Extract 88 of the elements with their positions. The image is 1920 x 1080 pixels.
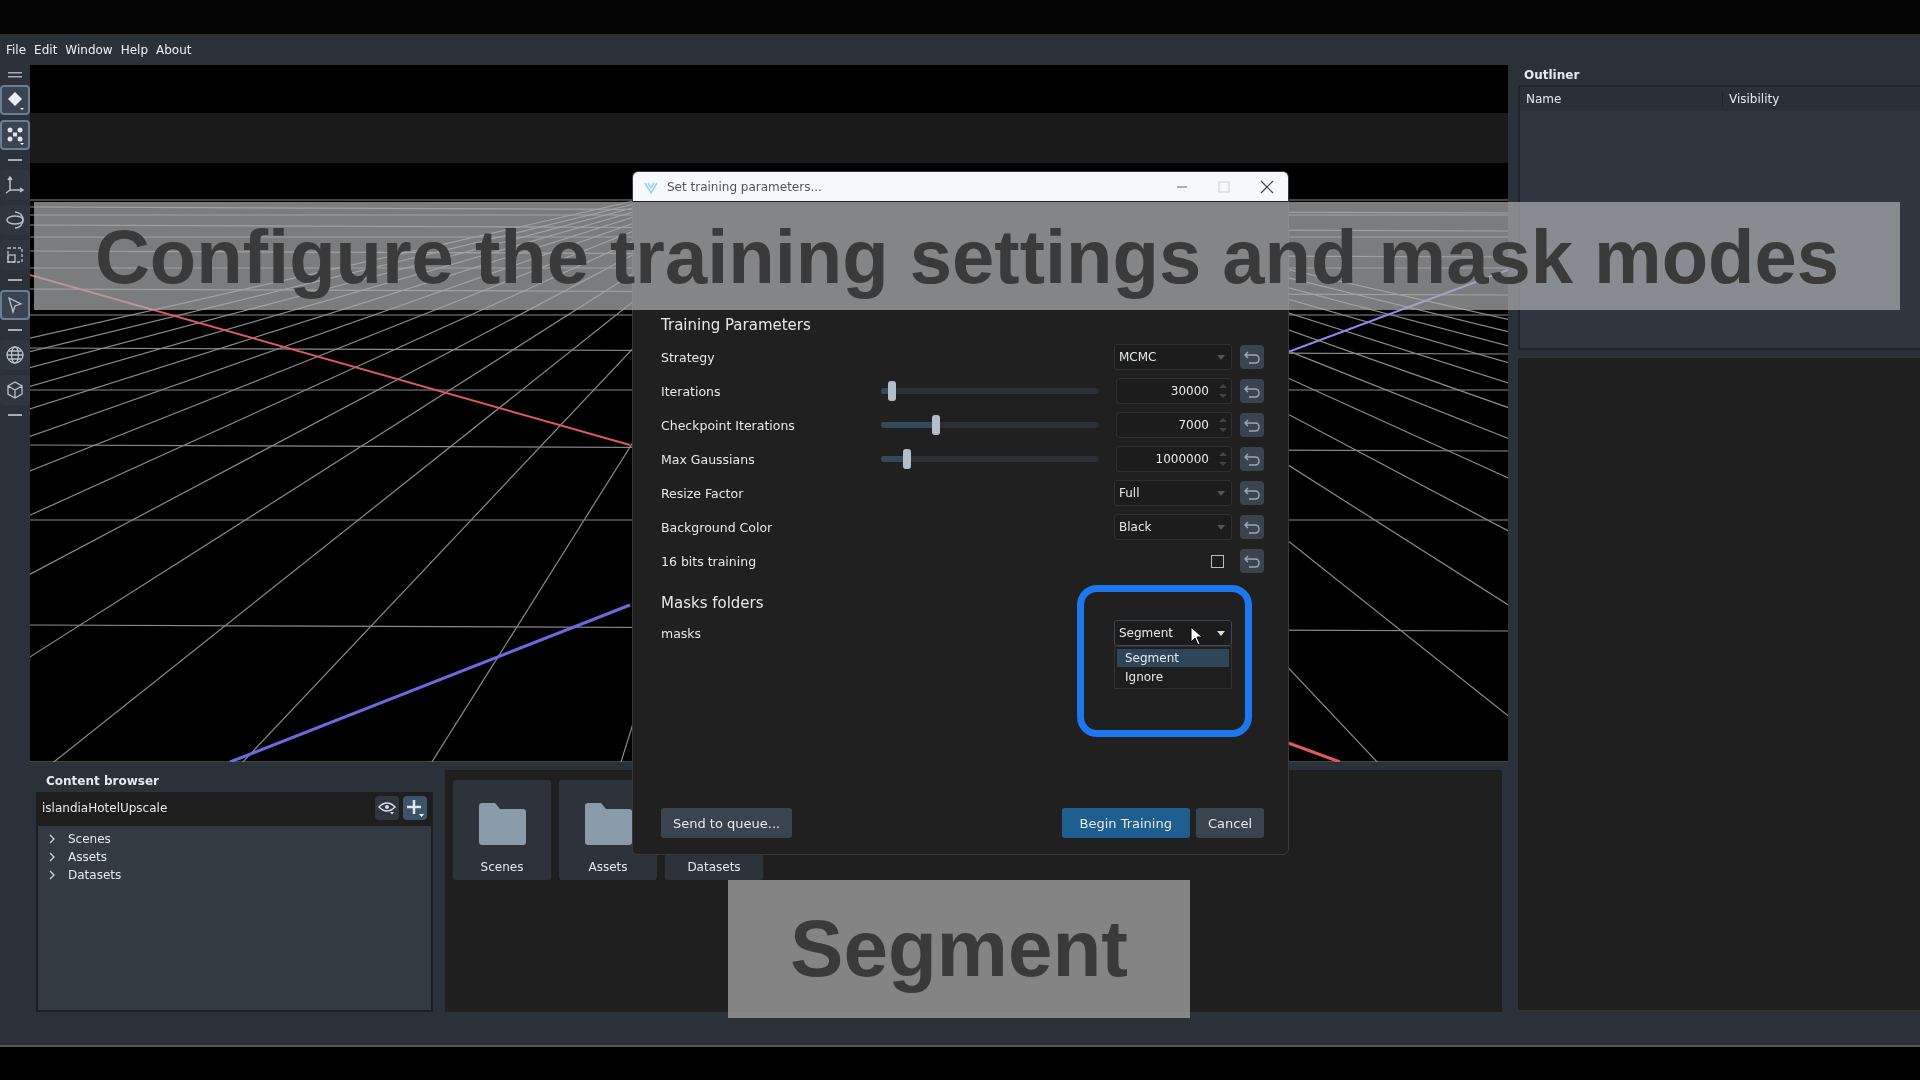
slider[interactable] bbox=[881, 449, 1099, 469]
number-field[interactable]: 7000 bbox=[1116, 412, 1232, 438]
menu-item[interactable]: File bbox=[6, 42, 27, 57]
dropdown[interactable]: Segment bbox=[1114, 620, 1232, 646]
menu-item[interactable]: Help bbox=[120, 42, 149, 57]
rotate-icon bbox=[5, 210, 25, 230]
panel-title: Outliner bbox=[1523, 67, 1581, 84]
dropdown[interactable]: Black bbox=[1114, 514, 1232, 540]
tool-button[interactable] bbox=[0, 240, 30, 270]
dialog-button[interactable]: Cancel bbox=[1195, 808, 1264, 838]
param-label: Background Color bbox=[661, 519, 774, 535]
grip-icon[interactable] bbox=[8, 72, 22, 78]
dialog-button[interactable]: Send to queue... bbox=[661, 808, 793, 838]
param-label: Resize Factor bbox=[661, 485, 745, 501]
param-label: Max Gaussians bbox=[661, 451, 756, 467]
slider-thumb[interactable] bbox=[931, 415, 940, 435]
caret-icon bbox=[1217, 354, 1225, 360]
param-label: Strategy bbox=[661, 349, 716, 365]
column-header[interactable]: Visibility bbox=[1723, 92, 1920, 106]
reset-button[interactable] bbox=[1240, 345, 1264, 369]
project-name: islandiaHotelUpscale bbox=[42, 801, 168, 815]
folder-tile[interactable]: Scenes bbox=[453, 780, 551, 880]
section-heading: Masks folders bbox=[661, 594, 765, 612]
mouse-pointer-icon bbox=[1190, 626, 1204, 646]
slider[interactable] bbox=[881, 381, 1099, 401]
reset-button[interactable] bbox=[1240, 413, 1264, 437]
scale-icon bbox=[5, 245, 25, 265]
tool-button[interactable] bbox=[0, 375, 30, 405]
column-header[interactable]: Name bbox=[1520, 92, 1723, 106]
param-label: Iterations bbox=[661, 383, 722, 399]
folder-icon bbox=[477, 802, 527, 846]
caption: Segment bbox=[790, 903, 1128, 995]
dropdown-option[interactable]: Segment bbox=[1117, 649, 1229, 667]
panel-title: Content browser bbox=[45, 773, 160, 790]
spin-arrows-icon bbox=[1219, 382, 1227, 400]
checkbox[interactable] bbox=[1211, 554, 1224, 568]
spin-arrows-icon bbox=[1219, 450, 1227, 468]
slider[interactable] bbox=[881, 415, 1099, 435]
tool-button[interactable] bbox=[0, 85, 30, 115]
tool-button[interactable] bbox=[0, 205, 30, 235]
tree-item[interactable]: Scenes bbox=[38, 830, 431, 848]
window-title: Set training parameters... bbox=[667, 179, 823, 194]
number-field[interactable]: 30000 bbox=[1116, 378, 1232, 404]
spin-arrows-icon bbox=[1219, 416, 1227, 434]
menu-item[interactable]: About bbox=[156, 42, 192, 57]
caption: Configure the training settings and mask modes bbox=[95, 212, 1839, 300]
undo-icon bbox=[1244, 554, 1260, 568]
slider-thumb[interactable] bbox=[887, 381, 896, 401]
close-icon[interactable] bbox=[1260, 179, 1274, 194]
caret-icon bbox=[1217, 524, 1225, 530]
tool-button[interactable] bbox=[0, 340, 30, 370]
reset-button[interactable] bbox=[1240, 515, 1264, 539]
cursor-icon bbox=[5, 295, 25, 315]
undo-icon bbox=[1244, 350, 1260, 364]
globe-icon bbox=[5, 345, 25, 365]
undo-icon bbox=[1244, 418, 1260, 432]
reset-button[interactable] bbox=[1240, 549, 1264, 573]
dropdown[interactable]: MCMC bbox=[1114, 344, 1232, 370]
tree-item[interactable]: Datasets bbox=[38, 866, 431, 884]
axes-icon bbox=[5, 175, 25, 195]
add-button[interactable] bbox=[403, 796, 427, 820]
visibility-button[interactable] bbox=[375, 796, 399, 820]
undo-icon bbox=[1244, 384, 1260, 398]
caret-icon bbox=[1217, 490, 1225, 496]
undo-icon bbox=[1244, 452, 1260, 466]
tool-button[interactable] bbox=[0, 290, 30, 320]
reset-button[interactable] bbox=[1240, 481, 1264, 505]
param-label: 16 bits training bbox=[661, 553, 758, 569]
slider-thumb[interactable] bbox=[903, 449, 912, 469]
reset-button[interactable] bbox=[1240, 379, 1264, 403]
undo-icon bbox=[1244, 520, 1260, 534]
reset-button[interactable] bbox=[1240, 447, 1264, 471]
menu-item[interactable]: Window bbox=[65, 42, 113, 57]
dropdown[interactable]: Full bbox=[1114, 480, 1232, 506]
undo-icon bbox=[1244, 486, 1260, 500]
folder-label: masks bbox=[661, 625, 703, 641]
section-heading: Training Parameters bbox=[661, 316, 812, 334]
folder-icon bbox=[583, 802, 633, 846]
caret-icon bbox=[1217, 630, 1225, 636]
menu-item[interactable]: Edit bbox=[34, 42, 58, 57]
tool-button[interactable] bbox=[0, 120, 30, 150]
tool-button[interactable] bbox=[0, 170, 30, 200]
dialog-button[interactable]: Begin Training bbox=[1061, 808, 1190, 838]
tree-item[interactable]: Assets bbox=[38, 848, 431, 866]
param-label: Checkpoint Iterations bbox=[661, 417, 796, 433]
number-field[interactable]: 1000000 bbox=[1116, 446, 1232, 472]
cube-icon bbox=[5, 380, 25, 400]
dropdown-option[interactable]: Ignore bbox=[1117, 668, 1229, 686]
